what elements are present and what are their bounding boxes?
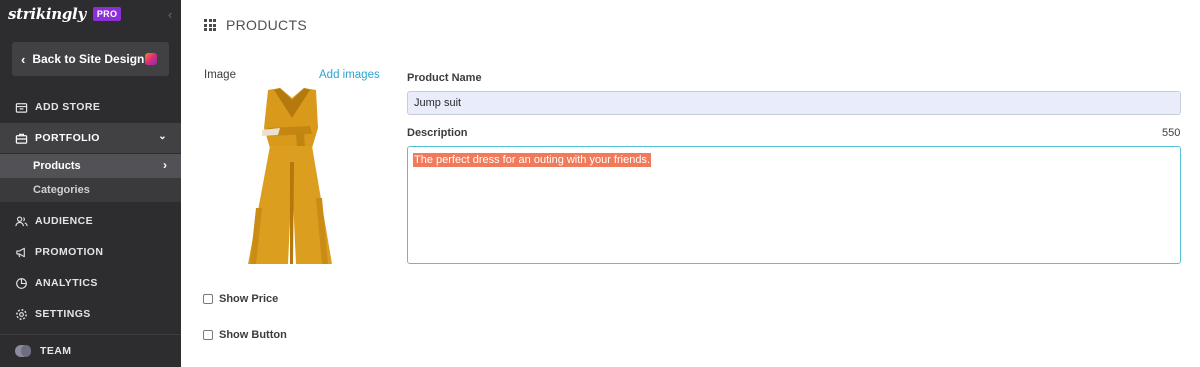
sidebar-item-label: PORTFOLIO [35,132,100,144]
sidebar-item-label: AUDIENCE [35,215,94,227]
sidebar-item-label: SETTINGS [35,308,91,320]
instagram-icon [145,53,157,65]
chevron-right-icon: › [163,158,167,172]
gear-icon [16,308,27,320]
image-label: Image [204,69,236,81]
back-button-label: Back to Site Design [32,52,145,66]
description-textarea[interactable]: The perfect dress for an outing with you… [407,146,1181,264]
show-price-checkbox[interactable] [203,294,213,304]
show-button-option[interactable]: Show Button [203,329,287,341]
show-price-label: Show Price [219,293,279,305]
megaphone-icon [16,247,25,257]
jumpsuit-image [248,88,332,264]
description-char-count: 550 [1162,127,1181,139]
product-name-value: Jump suit [414,97,462,109]
add-images-link[interactable]: Add images [319,69,380,81]
sidebar-subitem-products[interactable]: Products › [0,154,181,178]
brand-logo: strikingly [8,5,86,23]
product-name-label: Product Name [407,72,482,84]
store-icon [15,102,28,113]
sidebar-item-label: PROMOTION [35,246,104,258]
chevron-left-icon: ‹ [21,51,26,67]
sidebar-subitem-label: Categories [33,184,90,196]
collapse-sidebar-icon[interactable]: ‹ [168,7,172,22]
audience-icon [15,215,28,226]
page-title: PRODUCTS [226,17,307,33]
sidebar-item-analytics[interactable]: ANALYTICS [0,268,181,298]
sidebar: strikingly PRO ‹ ‹ Back to Site Design A… [0,0,181,367]
sidebar-item-team[interactable]: TEAM [0,336,181,366]
sidebar-item-portfolio[interactable]: PORTFOLIO ⌄ [0,123,181,153]
sidebar-subitem-label: Products [33,160,81,172]
pie-chart-icon [16,277,27,289]
sidebar-divider [0,334,181,335]
sidebar-item-add-store[interactable]: ADD STORE [0,92,181,122]
chevron-down-icon: ⌄ [158,131,167,142]
briefcase-icon [15,133,28,144]
sidebar-item-settings[interactable]: SETTINGS [0,299,181,329]
pro-badge: PRO [92,7,122,21]
description-selected-text: The perfect dress for an outing with you… [413,153,652,167]
team-avatar-icon [15,345,31,357]
product-image[interactable] [204,88,377,264]
sidebar-item-promotion[interactable]: PROMOTION [0,237,181,267]
description-label: Description [407,127,468,139]
show-button-label: Show Button [219,329,287,341]
product-name-input[interactable]: Jump suit [407,91,1181,115]
sidebar-item-label: ANALYTICS [35,277,98,289]
back-to-site-design-button[interactable]: ‹ Back to Site Design [12,42,169,76]
show-price-option[interactable]: Show Price [203,293,278,305]
show-button-checkbox[interactable] [203,330,213,340]
sidebar-item-label: ADD STORE [35,101,101,113]
sidebar-item-label: TEAM [40,345,72,357]
sidebar-subitem-categories[interactable]: Categories [0,178,181,202]
grid-icon [204,19,216,31]
sidebar-item-audience[interactable]: AUDIENCE [0,206,181,236]
page-header: PRODUCTS [204,17,307,33]
brand[interactable]: strikingly PRO [8,5,122,23]
